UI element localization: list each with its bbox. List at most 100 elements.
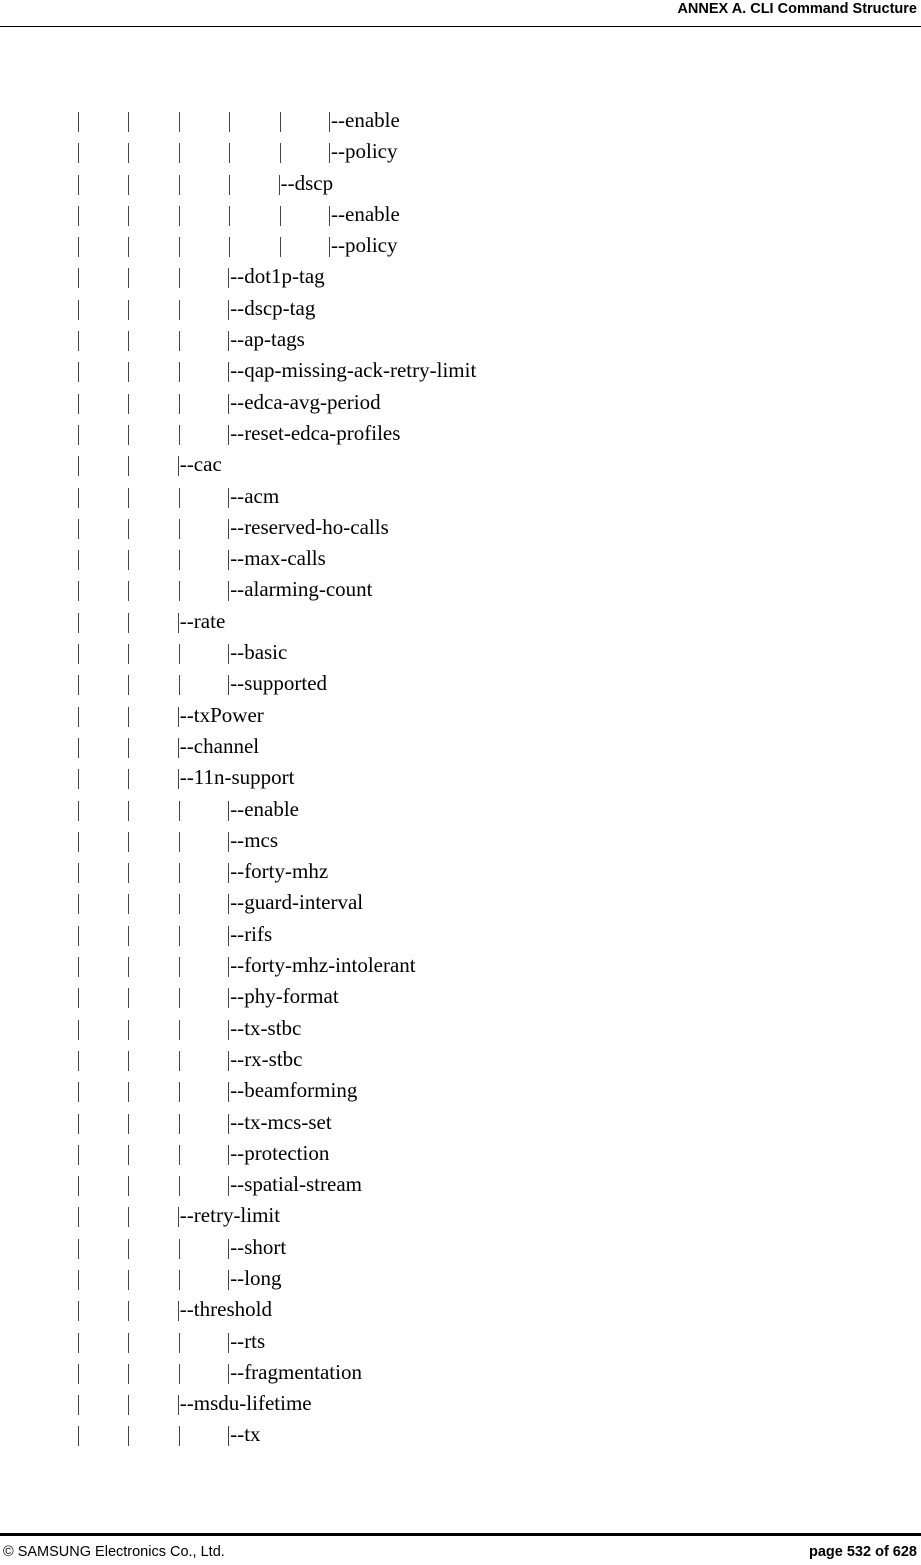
- tree-row: -- tx: [0, 1419, 921, 1450]
- tree-node-label: dscp-tag: [244, 295, 316, 320]
- tree-guide-line: [127, 1013, 131, 1044]
- tree-node: -- dscp-tag: [228, 293, 315, 324]
- tree-node-label: txPower: [193, 702, 264, 727]
- tree-node: -- spatial-stream: [228, 1169, 362, 1200]
- tree-branch-connector: --: [178, 449, 194, 480]
- tree-node-label: tx-stbc: [244, 1015, 302, 1040]
- tree-node: -- tx-stbc: [228, 1013, 301, 1044]
- tree-guide-line: [127, 1107, 131, 1138]
- tree-row: -- short: [0, 1232, 921, 1263]
- tree-guide-line: [77, 731, 81, 762]
- tree-guide-line: [77, 1294, 81, 1325]
- tree-guide-line: [127, 230, 131, 261]
- tree-node: -- beamforming: [228, 1075, 357, 1106]
- tree-node: -- channel: [178, 731, 259, 762]
- tree-guide-line: [77, 606, 81, 637]
- tree-node: -- protection: [228, 1138, 329, 1169]
- tree-guide-line: [77, 762, 81, 793]
- tree-guide-line: [127, 449, 131, 480]
- tree-node: -- alarming-count: [228, 574, 372, 605]
- tree-guide-line: [178, 668, 182, 699]
- tree-guide-line: [77, 794, 81, 825]
- tree-guide-line: [77, 950, 81, 981]
- tree-row: -- 11n-support: [0, 762, 921, 793]
- tree-node: -- ap-tags: [228, 324, 305, 355]
- tree-node: -- forty-mhz-intolerant: [228, 950, 415, 981]
- tree-node-label: alarming-count: [244, 577, 373, 602]
- tree-node-label: tx-mcs-set: [244, 1109, 332, 1134]
- tree-row: -- long: [0, 1263, 921, 1294]
- tree-node-label: supported: [244, 671, 328, 696]
- tree-guide-line: [127, 1075, 131, 1106]
- tree-branch-connector: --: [228, 418, 244, 449]
- tree-node-label: reserved-ho-calls: [244, 514, 389, 539]
- tree-row: -- reserved-ho-calls: [0, 512, 921, 543]
- tree-row: -- retry-limit: [0, 1200, 921, 1231]
- tree-guide-line: [127, 293, 131, 324]
- tree-guide-line: [127, 1169, 131, 1200]
- tree-guide-line: [127, 762, 131, 793]
- tree-branch-connector: --: [228, 825, 244, 856]
- tree-branch-connector: --: [228, 1169, 244, 1200]
- tree-node: -- fragmentation: [228, 1357, 362, 1388]
- tree-row: -- dot1p-tag: [0, 261, 921, 292]
- tree-guide-line: [178, 168, 182, 199]
- tree-row: -- cac: [0, 449, 921, 480]
- tree-row: -- protection: [0, 1138, 921, 1169]
- tree-row: -- forty-mhz-intolerant: [0, 950, 921, 981]
- footer-page-number: page 532 of 628: [809, 1544, 917, 1560]
- tree-node: -- reserved-ho-calls: [228, 512, 389, 543]
- tree-guide-line: [228, 230, 232, 261]
- tree-guide-line: [127, 1326, 131, 1357]
- tree-guide-line: [279, 230, 283, 261]
- tree-guide-line: [77, 481, 81, 512]
- tree-guide-line: [279, 105, 283, 136]
- tree-branch-connector: --: [228, 574, 244, 605]
- tree-guide-line: [77, 825, 81, 856]
- tree-branch-connector: --: [228, 981, 244, 1012]
- tree-guide-line: [178, 1419, 182, 1450]
- tree-node: -- reset-edca-profiles: [228, 418, 400, 449]
- tree-row: -- guard-interval: [0, 887, 921, 918]
- tree-row: -- msdu-lifetime: [0, 1388, 921, 1419]
- tree-node: -- short: [228, 1232, 286, 1263]
- tree-guide-line: [178, 856, 182, 887]
- tree-row: -- ap-tags: [0, 324, 921, 355]
- tree-branch-connector: --: [329, 105, 345, 136]
- tree-branch-connector: --: [178, 700, 194, 731]
- tree-node-label: beamforming: [244, 1078, 358, 1103]
- tree-branch-connector: --: [228, 919, 244, 950]
- tree-row: -- edca-avg-period: [0, 387, 921, 418]
- tree-guide-line: [127, 481, 131, 512]
- tree-branch-connector: --: [178, 762, 194, 793]
- tree-guide-line: [127, 668, 131, 699]
- tree-row: -- rate: [0, 606, 921, 637]
- tree-node-label: dscp: [294, 170, 334, 195]
- footer-divider: [0, 1533, 921, 1536]
- tree-guide-line: [178, 1263, 182, 1294]
- tree-guide-line: [178, 543, 182, 574]
- tree-guide-line: [77, 230, 81, 261]
- tree-guide-line: [77, 1107, 81, 1138]
- tree-node: -- acm: [228, 481, 279, 512]
- tree-guide-line: [178, 293, 182, 324]
- tree-node-label: channel: [193, 733, 260, 758]
- tree-guide-line: [127, 1138, 131, 1169]
- tree-node-label: acm: [244, 483, 280, 508]
- tree-guide-line: [127, 1388, 131, 1419]
- tree-guide-line: [178, 512, 182, 543]
- tree-node-label: edca-avg-period: [244, 389, 381, 414]
- page-header-title: ANNEX A. CLI Command Structure: [677, 1, 917, 17]
- tree-node-label: fragmentation: [244, 1359, 362, 1384]
- tree-guide-line: [127, 1200, 131, 1231]
- tree-guide-line: [178, 1013, 182, 1044]
- header-divider: [0, 26, 921, 27]
- tree-guide-line: [127, 825, 131, 856]
- tree-row: -- basic: [0, 637, 921, 668]
- tree-branch-connector: --: [228, 1232, 244, 1263]
- tree-branch-connector: --: [329, 230, 345, 261]
- tree-guide-line: [77, 919, 81, 950]
- tree-guide-line: [279, 136, 283, 167]
- tree-node: -- long: [228, 1263, 281, 1294]
- tree-guide-line: [178, 1138, 182, 1169]
